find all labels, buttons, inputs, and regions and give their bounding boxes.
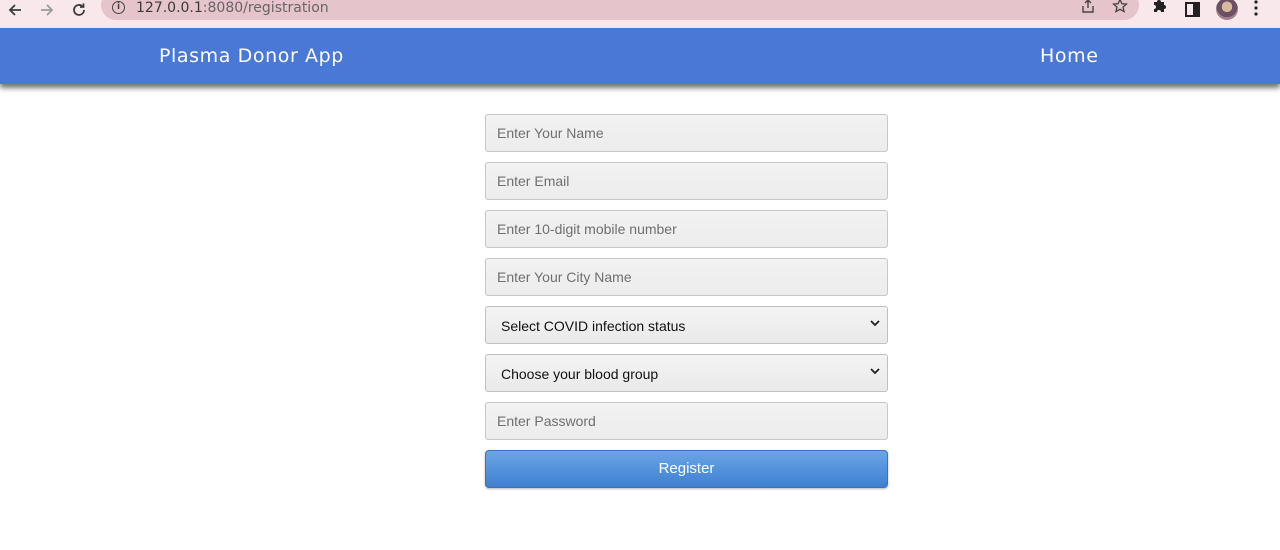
- forward-arrow-icon[interactable]: [36, 0, 58, 20]
- side-panel-icon[interactable]: [1185, 2, 1200, 17]
- blood-group-selected: Choose your blood group: [501, 366, 659, 382]
- register-button[interactable]: Register: [485, 450, 888, 488]
- address-bar[interactable]: i 127.0.0.1:8080/registration: [101, 0, 1139, 20]
- covid-status-selected: Select COVID infection status: [501, 318, 686, 334]
- info-icon[interactable]: i: [112, 1, 125, 14]
- back-arrow-icon[interactable]: [4, 0, 26, 20]
- reload-icon[interactable]: [68, 0, 90, 20]
- home-link[interactable]: Home: [1040, 45, 1099, 67]
- profile-avatar[interactable]: [1216, 0, 1238, 20]
- registration-form: Select COVID infection status Choose you…: [485, 114, 888, 488]
- brand-title[interactable]: Plasma Donor App: [159, 45, 344, 67]
- covid-status-select[interactable]: Select COVID infection status: [485, 306, 888, 344]
- email-input[interactable]: [485, 162, 888, 200]
- name-input[interactable]: [485, 114, 888, 152]
- city-input[interactable]: [485, 258, 888, 296]
- chevron-down-icon: [870, 368, 880, 375]
- star-icon[interactable]: [1111, 0, 1129, 18]
- app-navbar: Plasma Donor App Home: [0, 28, 1280, 84]
- url-text: 127.0.0.1:8080/registration: [136, 0, 329, 16]
- password-input[interactable]: [485, 402, 888, 440]
- browser-toolbar: i 127.0.0.1:8080/registration: [0, 0, 1280, 28]
- blood-group-select[interactable]: Choose your blood group: [485, 354, 888, 392]
- share-icon[interactable]: [1080, 0, 1096, 18]
- mobile-input[interactable]: [485, 210, 888, 248]
- chevron-down-icon: [870, 320, 880, 327]
- kebab-menu-icon[interactable]: [1253, 0, 1259, 20]
- puzzle-icon[interactable]: [1152, 0, 1168, 20]
